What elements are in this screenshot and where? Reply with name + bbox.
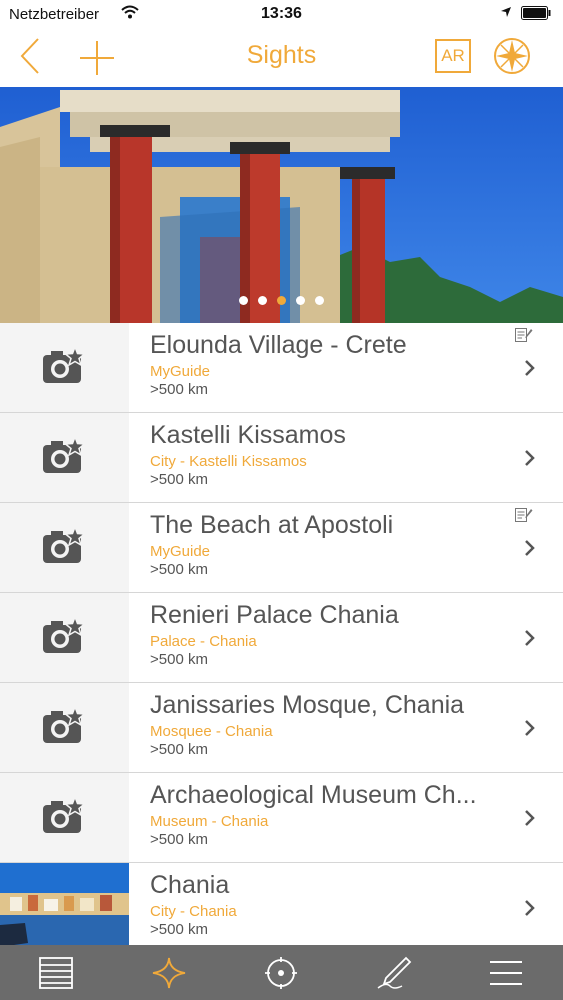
note-icon <box>515 508 533 522</box>
camera-star-icon <box>43 527 87 563</box>
item-distance: >500 km <box>150 381 208 398</box>
list-item[interactable]: Chania City - Chania >500 km <box>0 863 563 953</box>
item-title: Renieri Palace Chania <box>150 601 399 629</box>
item-distance: >500 km <box>150 921 208 938</box>
page-dot[interactable] <box>296 296 305 305</box>
list-item[interactable]: Renieri Palace Chania Palace - Chania >5… <box>0 593 563 683</box>
item-distance: >500 km <box>150 561 208 578</box>
menu-icon <box>490 961 522 985</box>
list-icon <box>39 957 73 989</box>
item-category: MyGuide <box>150 363 211 380</box>
item-thumbnail <box>0 683 129 772</box>
tab-menu[interactable] <box>450 945 562 1000</box>
status-time: 13:36 <box>261 5 302 22</box>
note-icon <box>515 328 533 342</box>
item-title: Kastelli Kissamos <box>150 421 346 449</box>
item-title: The Beach at Apostoli <box>150 511 394 539</box>
item-thumbnail <box>0 863 129 952</box>
item-category: Museum - Chania <box>150 813 269 830</box>
list-item[interactable]: Janissaries Mosque, Chania Mosquee - Cha… <box>0 683 563 773</box>
list-item[interactable]: The Beach at Apostoli MyGuide >500 km <box>0 503 563 593</box>
item-distance: >500 km <box>150 831 208 848</box>
item-title: Elounda Village - Crete <box>150 331 407 359</box>
list-item[interactable]: Kastelli Kissamos City - Kastelli Kissam… <box>0 413 563 503</box>
page-dot[interactable] <box>258 296 267 305</box>
back-chevron-icon[interactable] <box>14 36 44 76</box>
item-thumbnail <box>0 593 129 682</box>
chevron-right-icon <box>525 360 535 376</box>
hero-photo <box>0 87 563 323</box>
item-title: Archaeological Museum Ch... <box>150 781 477 809</box>
tab-sights[interactable] <box>113 945 225 1000</box>
add-plus-icon[interactable] <box>77 38 117 78</box>
item-thumbnail <box>0 503 129 592</box>
city-photo-thumbnail <box>0 863 129 952</box>
compass-icon[interactable] <box>492 36 532 76</box>
tab-bar <box>0 945 563 1000</box>
location-target-icon <box>265 957 297 989</box>
chevron-right-icon <box>525 450 535 466</box>
carousel-page-indicator[interactable] <box>0 292 563 310</box>
status-bar: Netzbetreiber 13:36 <box>0 0 563 30</box>
tab-location[interactable] <box>225 945 337 1000</box>
navigation-bar: Sights AR <box>0 30 563 87</box>
camera-star-icon <box>43 347 87 383</box>
chevron-right-icon <box>525 540 535 556</box>
tab-list[interactable] <box>0 945 112 1000</box>
list-item[interactable]: Elounda Village - Crete MyGuide >500 km <box>0 323 563 413</box>
camera-star-icon <box>43 617 87 653</box>
item-distance: >500 km <box>150 471 208 488</box>
item-category: City - Chania <box>150 903 237 920</box>
item-thumbnail <box>0 773 129 862</box>
list-item[interactable]: Archaeological Museum Ch... Museum - Cha… <box>0 773 563 863</box>
item-thumbnail <box>0 413 129 502</box>
chevron-right-icon <box>525 720 535 736</box>
hero-image-carousel[interactable] <box>0 87 563 323</box>
chevron-right-icon <box>525 900 535 916</box>
item-title: Chania <box>150 871 230 899</box>
item-title: Janissaries Mosque, Chania <box>150 691 465 719</box>
item-category: Palace - Chania <box>150 633 257 650</box>
sights-list: Elounda Village - Crete MyGuide >500 km … <box>0 323 563 953</box>
page-dot[interactable] <box>277 296 286 305</box>
tab-notes[interactable] <box>338 945 450 1000</box>
item-distance: >500 km <box>150 651 208 668</box>
item-category: Mosquee - Chania <box>150 723 273 740</box>
page-dot[interactable] <box>315 296 324 305</box>
item-category: MyGuide <box>150 543 211 560</box>
chevron-right-icon <box>525 630 535 646</box>
camera-star-icon <box>43 707 87 743</box>
camera-star-icon <box>43 437 87 473</box>
item-distance: >500 km <box>150 741 208 758</box>
ar-button[interactable]: AR <box>435 39 471 73</box>
battery-icon <box>521 6 551 20</box>
item-thumbnail <box>0 323 129 412</box>
location-arrow-icon <box>501 7 511 17</box>
chevron-right-icon <box>525 810 535 826</box>
pen-icon <box>377 956 412 989</box>
camera-star-icon <box>43 797 87 833</box>
item-category: City - Kastelli Kissamos <box>150 453 307 470</box>
page-dot[interactable] <box>239 296 248 305</box>
star-icon <box>152 957 186 989</box>
